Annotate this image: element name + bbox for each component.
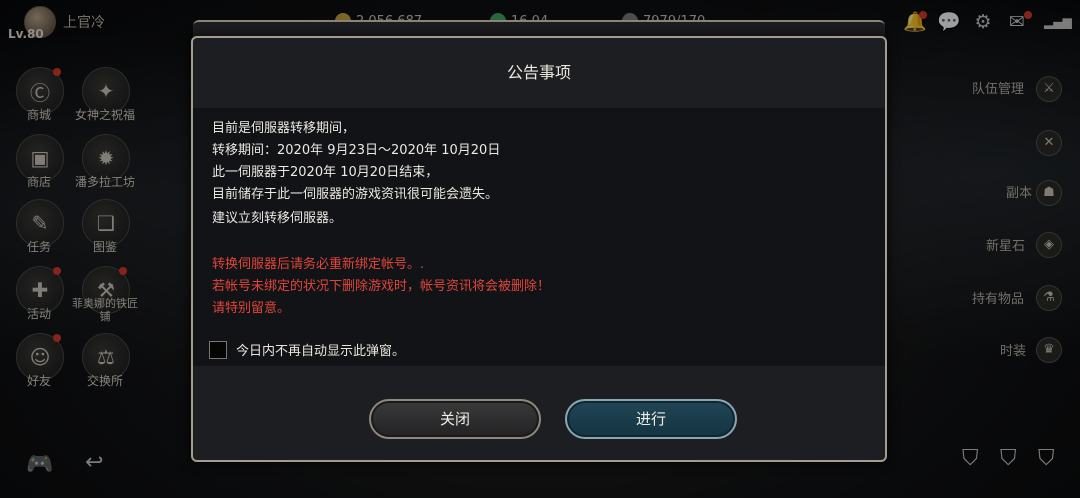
dialog-title: 公告事项: [506, 63, 571, 82]
warning-text: 转换伺服器后请务必重新绑定帐号。. 若帐号未绑定的状况下删除游戏时，帐号资讯将会…: [212, 254, 550, 320]
dont-show-again-label[interactable]: 今日内不再自动显示此弹窗。: [236, 340, 405, 359]
notice-line: 转移期间：2020年 9月23日～2020年 10月20日: [212, 143, 501, 158]
notice-dialog: 公告事项 目前是伺服器转移期间， 转移期间：2020年 9月23日～2020年 …: [191, 36, 887, 462]
notice-line: 建议立刻转移伺服器。: [212, 211, 343, 226]
notice-line: 目前储存于此一伺服器的游戏资讯很可能会遗失。: [212, 187, 499, 202]
close-button[interactable]: 关闭: [369, 399, 541, 439]
proceed-button[interactable]: 进行: [565, 399, 737, 439]
dont-show-again-checkbox[interactable]: [209, 340, 227, 359]
warning-line: 转换伺服器后请务必重新绑定帐号。.: [212, 257, 425, 272]
dont-show-again-row[interactable]: 今日内不再自动显示此弹窗。: [209, 340, 405, 359]
notice-text: 目前是伺服器转移期间， 转移期间：2020年 9月23日～2020年 10月20…: [212, 118, 500, 230]
warning-line: 请特别留意。: [212, 301, 291, 316]
notice-line: 此一伺服器于2020年 10月20日结束，: [212, 165, 439, 180]
notice-line: 目前是伺服器转移期间，: [212, 121, 356, 136]
warning-line: 若帐号未绑定的状况下删除游戏时，帐号资讯将会被删除！: [212, 279, 551, 294]
notice-content: 目前是伺服器转移期间， 转移期间：2020年 9月23日～2020年 10月20…: [193, 108, 885, 366]
